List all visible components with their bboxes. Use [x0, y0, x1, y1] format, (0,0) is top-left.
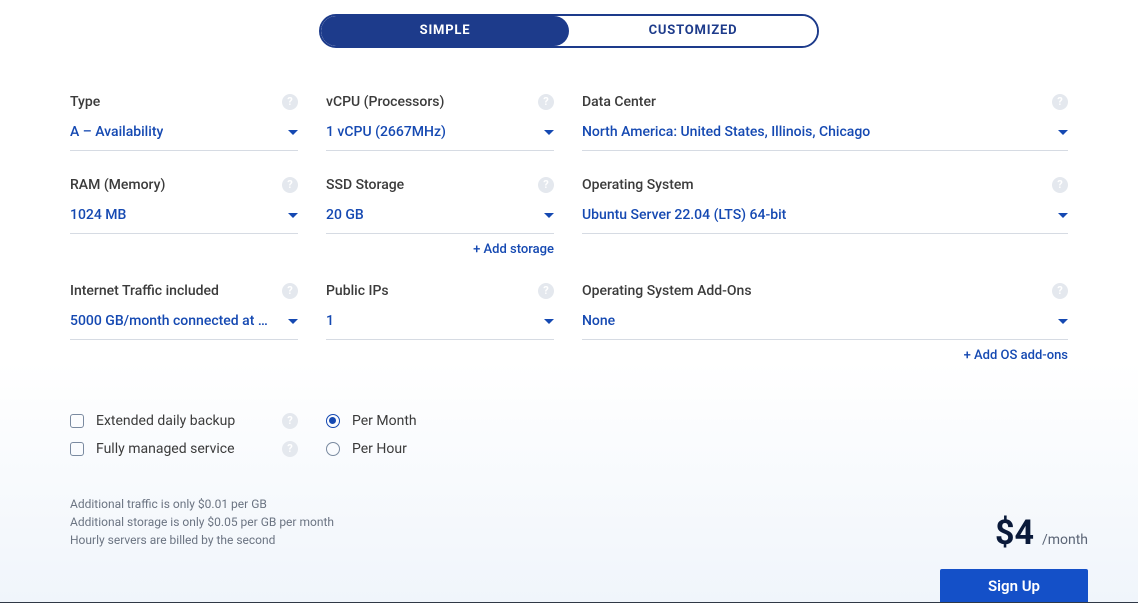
field-datacenter: Data Center ? North America: United Stat…	[582, 94, 1068, 151]
billing-column: Per Month Per Hour	[326, 413, 554, 469]
radio-per-month[interactable]	[326, 414, 340, 428]
tab-customized[interactable]: CUSTOMIZED	[569, 16, 817, 46]
label-per-hour: Per Hour	[352, 441, 407, 457]
label-backup: Extended daily backup	[96, 413, 235, 429]
plan-tabs: SIMPLE CUSTOMIZED	[70, 14, 1068, 48]
label-ssd: SSD Storage	[326, 177, 404, 193]
field-ssd: SSD Storage ? 20 GB + Add storage	[326, 177, 554, 257]
label-os: Operating System	[582, 177, 694, 193]
label-publicips: Public IPs	[326, 283, 389, 299]
field-vcpu: vCPU (Processors) ? 1 vCPU (2667MHz)	[326, 94, 554, 151]
value-os: Ubuntu Server 22.04 (LTS) 64-bit	[582, 207, 786, 223]
field-traffic: Internet Traffic included ? 5000 GB/mont…	[70, 283, 298, 363]
dropdown-ram[interactable]: 1024 MB	[70, 207, 298, 234]
radio-per-hour[interactable]	[326, 442, 340, 456]
value-traffic: 5000 GB/month connected at 10000 Mbps	[70, 313, 270, 329]
value-type: A – Availability	[70, 124, 163, 140]
price-amount: $4	[995, 513, 1034, 553]
help-icon[interactable]: ?	[282, 441, 298, 457]
chevron-down-icon	[544, 130, 554, 135]
note-line: Additional traffic is only $0.01 per GB	[70, 495, 1068, 513]
price-display: $4 /month	[995, 513, 1088, 553]
help-icon[interactable]: ?	[538, 177, 554, 193]
field-addons: Operating System Add-Ons ? None + Add OS…	[582, 283, 1068, 363]
chevron-down-icon	[288, 130, 298, 135]
chevron-down-icon	[544, 319, 554, 324]
help-icon[interactable]: ?	[1052, 283, 1068, 299]
chevron-down-icon	[288, 213, 298, 218]
label-type: Type	[70, 94, 100, 110]
dropdown-type[interactable]: A – Availability	[70, 124, 298, 151]
help-icon[interactable]: ?	[282, 283, 298, 299]
tab-simple[interactable]: SIMPLE	[321, 16, 569, 46]
note-line: Additional storage is only $0.05 per GB …	[70, 513, 1068, 531]
pricing-notes: Additional traffic is only $0.01 per GB …	[70, 495, 1068, 549]
dropdown-datacenter[interactable]: North America: United States, Illinois, …	[582, 124, 1068, 151]
chevron-down-icon	[1058, 130, 1068, 135]
help-icon[interactable]: ?	[282, 177, 298, 193]
add-os-addons-link[interactable]: + Add OS add-ons	[582, 348, 1068, 363]
checkbox-managed[interactable]	[70, 442, 84, 456]
note-line: Hourly servers are billed by the second	[70, 531, 1068, 549]
help-icon[interactable]: ?	[538, 283, 554, 299]
label-managed: Fully managed service	[96, 441, 235, 457]
label-traffic: Internet Traffic included	[70, 283, 219, 299]
price-unit: /month	[1042, 532, 1088, 548]
label-vcpu: vCPU (Processors)	[326, 94, 444, 110]
dropdown-os[interactable]: Ubuntu Server 22.04 (LTS) 64-bit	[582, 207, 1068, 234]
field-type: Type ? A – Availability	[70, 94, 298, 151]
chevron-down-icon	[1058, 213, 1068, 218]
dropdown-publicips[interactable]: 1	[326, 313, 554, 340]
dropdown-addons[interactable]: None	[582, 313, 1068, 340]
dropdown-ssd[interactable]: 20 GB	[326, 207, 554, 234]
value-datacenter: North America: United States, Illinois, …	[582, 124, 870, 140]
help-icon[interactable]: ?	[282, 413, 298, 429]
dropdown-traffic[interactable]: 5000 GB/month connected at 10000 Mbps	[70, 313, 298, 340]
label-per-month: Per Month	[352, 413, 417, 429]
chevron-down-icon	[288, 319, 298, 324]
help-icon[interactable]: ?	[1052, 177, 1068, 193]
field-ram: RAM (Memory) ? 1024 MB	[70, 177, 298, 257]
add-storage-link[interactable]: + Add storage	[326, 242, 554, 257]
value-ram: 1024 MB	[70, 207, 126, 223]
value-publicips: 1	[326, 313, 334, 329]
dropdown-vcpu[interactable]: 1 vCPU (2667MHz)	[326, 124, 554, 151]
help-icon[interactable]: ?	[538, 94, 554, 110]
label-addons: Operating System Add-Ons	[582, 283, 752, 299]
label-datacenter: Data Center	[582, 94, 656, 110]
chevron-down-icon	[1058, 319, 1068, 324]
help-icon[interactable]: ?	[282, 94, 298, 110]
value-ssd: 20 GB	[326, 207, 364, 223]
field-os: Operating System ? Ubuntu Server 22.04 (…	[582, 177, 1068, 257]
value-vcpu: 1 vCPU (2667MHz)	[326, 124, 446, 140]
options-column: Extended daily backup ? Fully managed se…	[70, 413, 298, 469]
chevron-down-icon	[544, 213, 554, 218]
label-ram: RAM (Memory)	[70, 177, 165, 193]
help-icon[interactable]: ?	[1052, 94, 1068, 110]
signup-button[interactable]: Sign Up	[940, 569, 1088, 603]
checkbox-backup[interactable]	[70, 414, 84, 428]
value-addons: None	[582, 313, 615, 329]
field-publicips: Public IPs ? 1	[326, 283, 554, 363]
